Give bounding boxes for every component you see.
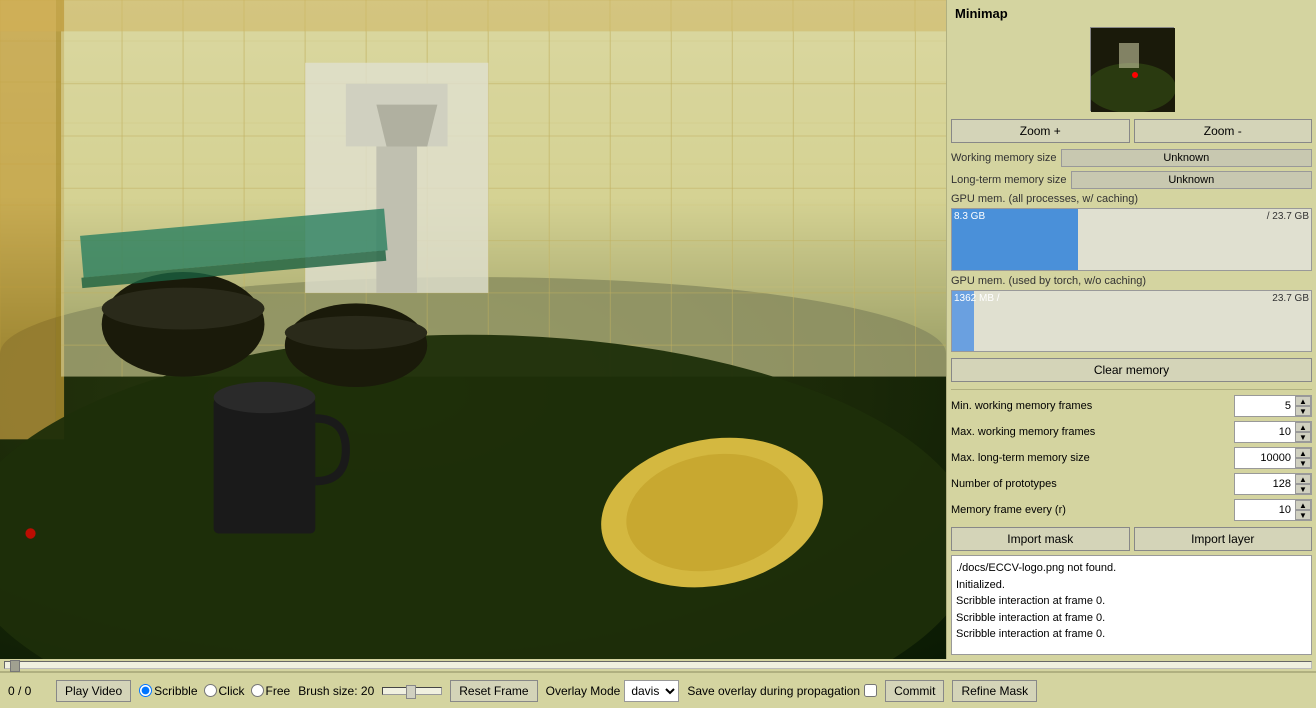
free-label: Free: [266, 684, 291, 698]
max-longterm-spinbox[interactable]: ▲ ▼: [1234, 447, 1312, 469]
minimap-thumbnail: [1090, 27, 1174, 111]
num-prototypes-up[interactable]: ▲: [1295, 474, 1311, 484]
max-longterm-row: Max. long-term memory size ▲ ▼: [951, 447, 1312, 469]
long-term-memory-label: Long-term memory size: [951, 174, 1067, 186]
free-radio[interactable]: [251, 684, 264, 697]
log-line-5: Scribble interaction at frame 0.: [956, 626, 1307, 643]
gpu-torch-bar-total-label: 23.7 GB: [1272, 291, 1309, 307]
click-label: Click: [219, 684, 245, 698]
overlay-mode-group: Overlay Mode davis soft hard: [546, 680, 680, 702]
save-overlay-checkbox[interactable]: [864, 684, 877, 697]
long-term-memory-value: Unknown: [1071, 171, 1312, 189]
min-working-frames-label: Min. working memory frames: [951, 400, 1234, 412]
max-working-frames-down[interactable]: ▼: [1295, 432, 1311, 442]
overlay-mode-select[interactable]: davis soft hard: [624, 680, 679, 702]
log-line-4: Scribble interaction at frame 0.: [956, 610, 1307, 627]
max-working-frames-input[interactable]: [1235, 424, 1295, 440]
scrubber-handle[interactable]: [10, 660, 20, 672]
main-area: Minimap Zoom + Zoom - Working memory siz…: [0, 0, 1316, 659]
num-prototypes-label: Number of prototypes: [951, 478, 1234, 490]
gpu-all-row: GPU mem. (all processes, w/ caching): [951, 193, 1312, 205]
num-prototypes-down[interactable]: ▼: [1295, 484, 1311, 494]
import-buttons: Import mask Import layer: [951, 527, 1312, 551]
memory-frame-up[interactable]: ▲: [1295, 500, 1311, 510]
zoom-minus-button[interactable]: Zoom -: [1134, 119, 1313, 143]
brush-slider-thumb[interactable]: [406, 685, 416, 699]
max-longterm-label: Max. long-term memory size: [951, 452, 1234, 464]
bottom-bar: 0 / 0 Play Video Scribble Click Free Bru…: [0, 672, 1316, 708]
import-layer-button[interactable]: Import layer: [1134, 527, 1313, 551]
import-mask-button[interactable]: Import mask: [951, 527, 1130, 551]
max-longterm-input[interactable]: [1235, 450, 1295, 466]
minimap-title: Minimap: [951, 4, 1312, 23]
max-longterm-up[interactable]: ▲: [1295, 448, 1311, 458]
min-working-frames-row: Min. working memory frames ▲ ▼: [951, 395, 1312, 417]
sidebar-panel: Minimap Zoom + Zoom - Working memory siz…: [946, 0, 1316, 659]
working-memory-value: Unknown: [1061, 149, 1312, 167]
log-line-2: Initialized.: [956, 577, 1307, 594]
working-memory-label: Working memory size: [951, 152, 1057, 164]
gpu-torch-label: GPU mem. (used by torch, w/o caching): [951, 275, 1146, 287]
brush-size-slider[interactable]: [382, 687, 442, 695]
max-working-frames-spinbox[interactable]: ▲ ▼: [1234, 421, 1312, 443]
num-prototypes-row: Number of prototypes ▲ ▼: [951, 473, 1312, 495]
save-overlay-group: Save overlay during propagation: [687, 684, 877, 698]
scribble-radio[interactable]: [139, 684, 152, 697]
frame-indicator: 0 / 0: [8, 684, 48, 698]
commit-button[interactable]: Commit: [885, 680, 944, 702]
min-working-frames-spinbox[interactable]: ▲ ▼: [1234, 395, 1312, 417]
log-line-1: ./docs/ECCV-logo.png not found.: [956, 560, 1307, 577]
gpu-torch-bar: 1362 MB / 23.7 GB: [951, 290, 1312, 353]
overlay-mode-label: Overlay Mode: [546, 684, 621, 698]
num-prototypes-spinbox[interactable]: ▲ ▼: [1234, 473, 1312, 495]
log-line-3: Scribble interaction at frame 0.: [956, 593, 1307, 610]
brush-size-label: Brush size: 20: [298, 684, 374, 698]
memory-frame-label: Memory frame every (r): [951, 504, 1234, 516]
click-radio-label[interactable]: Click: [204, 684, 245, 698]
zoom-plus-button[interactable]: Zoom +: [951, 119, 1130, 143]
log-area: ./docs/ECCV-logo.png not found. Initiali…: [951, 555, 1312, 655]
max-working-frames-label: Max. working memory frames: [951, 426, 1234, 438]
memory-frame-spinbox[interactable]: ▲ ▼: [1234, 499, 1312, 521]
gpu-torch-bar-fill-label: 1362 MB /: [954, 291, 1000, 307]
gpu-torch-row: GPU mem. (used by torch, w/o caching): [951, 275, 1312, 287]
interaction-mode-group: Scribble Click Free: [139, 684, 290, 698]
canvas-area[interactable]: [0, 0, 946, 659]
max-longterm-down[interactable]: ▼: [1295, 458, 1311, 468]
scribble-label: Scribble: [154, 684, 197, 698]
memory-frame-row: Memory frame every (r) ▲ ▼: [951, 499, 1312, 521]
long-term-memory-row: Long-term memory size Unknown: [951, 171, 1312, 189]
free-radio-label[interactable]: Free: [251, 684, 291, 698]
min-working-frames-down[interactable]: ▼: [1295, 406, 1311, 416]
min-working-frames-input[interactable]: [1235, 398, 1295, 414]
gpu-all-bar: 8.3 GB / 23.7 GB: [951, 208, 1312, 271]
max-working-frames-up[interactable]: ▲: [1295, 422, 1311, 432]
refine-mask-button[interactable]: Refine Mask: [952, 680, 1037, 702]
max-working-frames-row: Max. working memory frames ▲ ▼: [951, 421, 1312, 443]
reset-frame-button[interactable]: Reset Frame: [450, 680, 537, 702]
play-video-button[interactable]: Play Video: [56, 680, 131, 702]
gpu-all-label: GPU mem. (all processes, w/ caching): [951, 193, 1138, 205]
clear-memory-button[interactable]: Clear memory: [951, 358, 1312, 382]
scribble-radio-label[interactable]: Scribble: [139, 684, 197, 698]
working-memory-row: Working memory size Unknown: [951, 149, 1312, 167]
min-working-frames-up[interactable]: ▲: [1295, 396, 1311, 406]
gpu-all-bar-total-label: / 23.7 GB: [1267, 209, 1309, 225]
click-radio[interactable]: [204, 684, 217, 697]
scrubber-bar[interactable]: [4, 661, 1312, 669]
gpu-all-bar-fill-label: 8.3 GB: [954, 209, 985, 225]
memory-frame-input[interactable]: [1235, 502, 1295, 518]
scrubber-area[interactable]: [0, 659, 1316, 672]
zoom-controls: Zoom + Zoom -: [951, 119, 1312, 143]
num-prototypes-input[interactable]: [1235, 476, 1295, 492]
save-overlay-label: Save overlay during propagation: [687, 684, 860, 698]
memory-frame-down[interactable]: ▼: [1295, 510, 1311, 520]
